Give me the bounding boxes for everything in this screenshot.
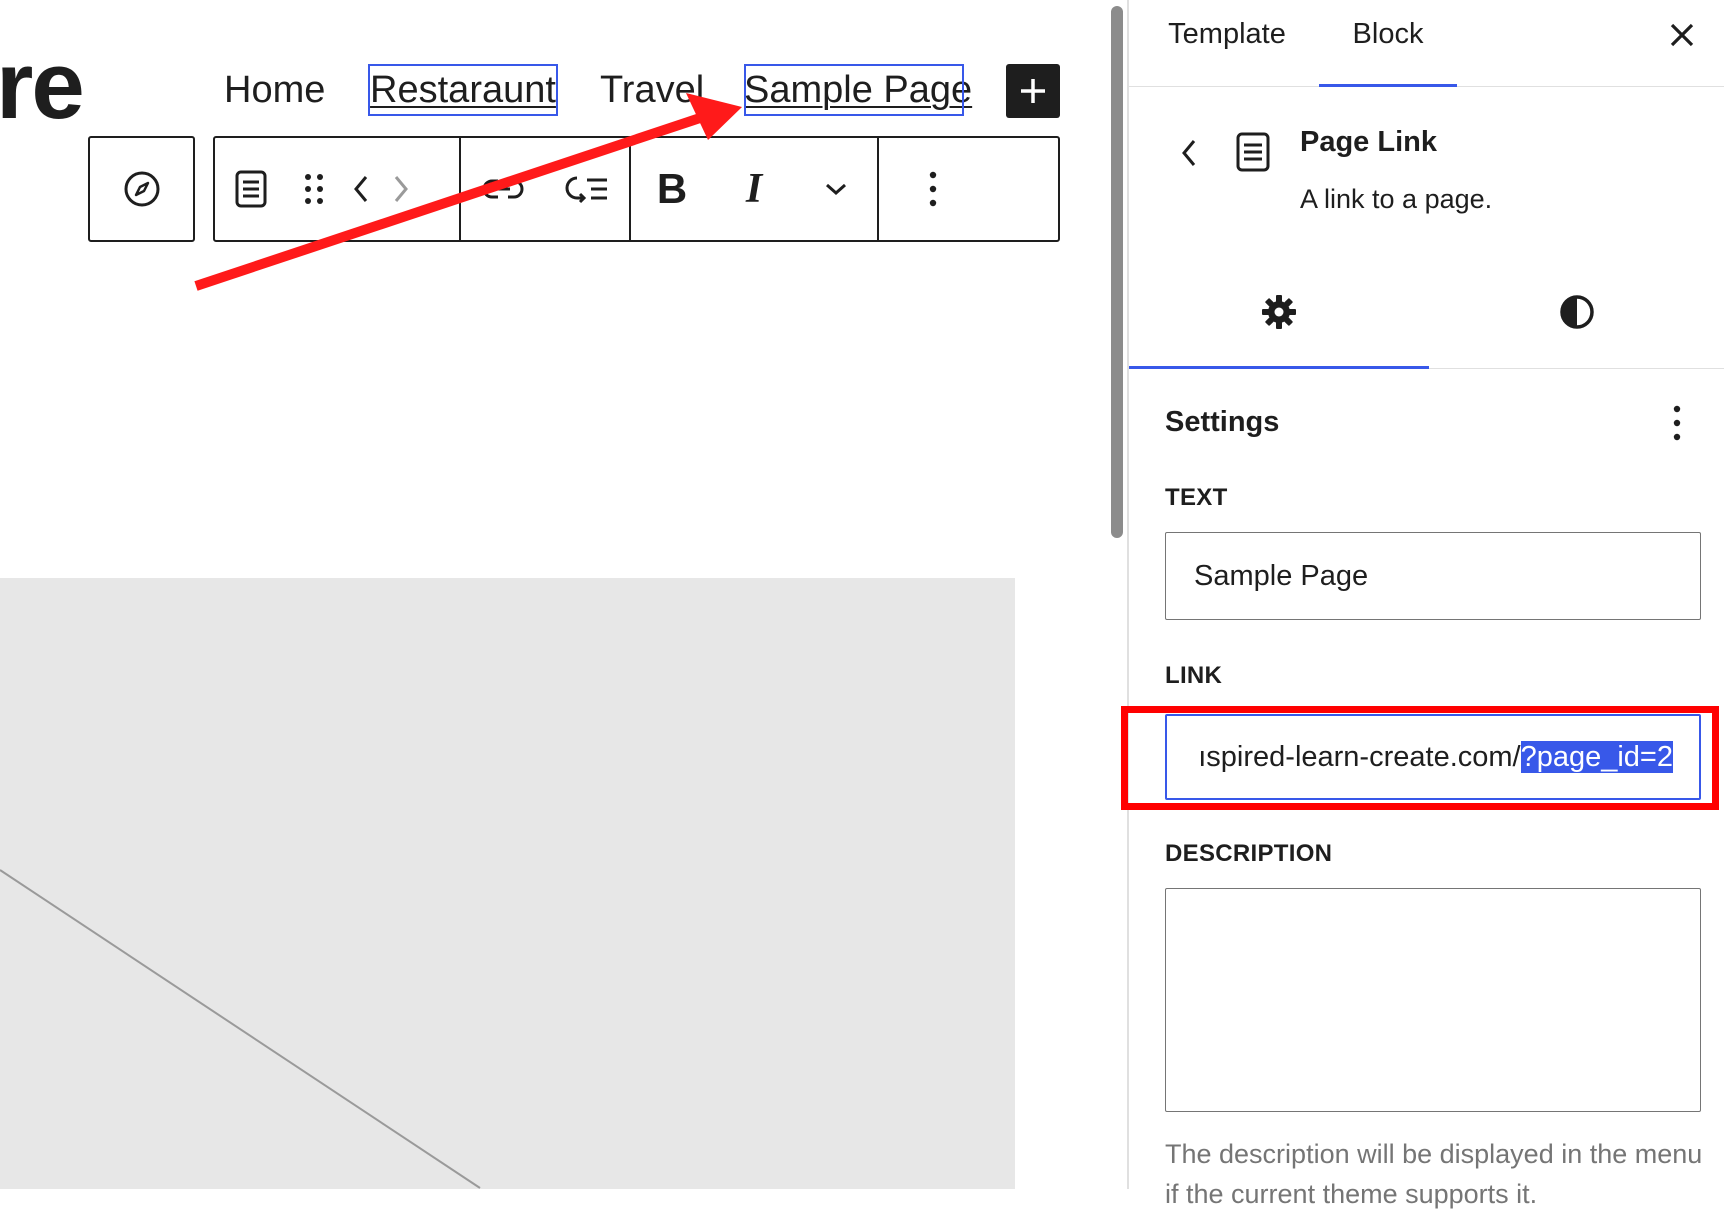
move-right-button[interactable] — [381, 138, 421, 240]
canvas-scrollbar-thumb[interactable] — [1111, 6, 1123, 538]
block-type-button[interactable] — [215, 138, 287, 240]
add-block-button[interactable] — [1006, 64, 1060, 118]
more-formats-button[interactable] — [795, 138, 877, 240]
sidebar-tabs: Template Block — [1129, 0, 1724, 87]
nav-link-label: Restaraunt — [370, 69, 556, 111]
chevron-down-icon — [826, 183, 846, 196]
settings-options-button[interactable] — [1659, 398, 1695, 448]
add-submenu-button[interactable] — [545, 138, 629, 240]
site-title: re — [0, 32, 85, 139]
italic-icon: I — [745, 166, 763, 212]
plus-icon — [1021, 79, 1045, 103]
block-card: Page Link A link to a page. — [1129, 86, 1724, 256]
link-unlink-icon — [482, 179, 524, 199]
nav-link-home[interactable]: Home — [224, 64, 325, 116]
settings-sidebar: Template Block Page Link A link to a pag… — [1121, 0, 1724, 1209]
block-toolbar: B I — [213, 136, 1060, 242]
chevron-left-icon — [1182, 140, 1196, 166]
block-options-button[interactable] — [879, 138, 987, 240]
block-card-description: A link to a page. — [1300, 184, 1493, 214]
description-field[interactable] — [1165, 888, 1701, 1112]
tab-template[interactable]: Template — [1157, 0, 1297, 86]
gear-icon — [1262, 295, 1296, 329]
nav-link-label: Home — [224, 69, 326, 111]
bold-button[interactable]: B — [631, 138, 713, 240]
italic-button[interactable]: I — [713, 138, 795, 240]
text-field-label: TEXT — [1165, 484, 1228, 511]
tab-settings[interactable] — [1129, 256, 1429, 369]
contrast-icon — [1560, 295, 1594, 329]
nav-link-sample-page[interactable]: Sample Page — [744, 64, 972, 116]
placeholder-diagonal-line — [0, 869, 481, 1189]
description-field-label: DESCRIPTION — [1165, 840, 1333, 867]
nav-link-restaraunt[interactable]: Restaraunt — [368, 64, 558, 116]
annotation-highlight-box — [1121, 706, 1719, 810]
back-button[interactable] — [1173, 130, 1205, 176]
link-field-label: LINK — [1165, 662, 1223, 689]
tab-styles[interactable] — [1429, 256, 1724, 368]
image-placeholder — [0, 578, 1015, 1189]
bold-icon: B — [656, 165, 688, 212]
unlink-button[interactable] — [461, 138, 545, 240]
nav-link-label: Sample Page — [744, 69, 973, 111]
close-icon — [1670, 23, 1694, 47]
options-icon — [929, 171, 937, 207]
toolbar-navigation-group — [88, 136, 195, 242]
tab-block[interactable]: Block — [1319, 0, 1457, 87]
tab-block-label: Block — [1352, 18, 1424, 50]
options-icon — [1673, 405, 1681, 441]
drag-handle-icon — [305, 174, 323, 204]
description-help-text: The description will be displayed in the… — [1165, 1139, 1703, 1209]
settings-panel-title: Settings — [1165, 406, 1280, 438]
nav-link-label: Travel — [600, 69, 705, 111]
close-sidebar-button[interactable] — [1659, 12, 1705, 58]
select-parent-button[interactable] — [122, 138, 162, 240]
page-icon — [235, 170, 267, 208]
add-submenu-icon — [565, 176, 607, 204]
move-left-icon — [354, 176, 368, 202]
block-card-title: Page Link — [1300, 126, 1437, 158]
move-left-button[interactable] — [341, 138, 381, 240]
editor-canvas: re Home Restaraunt Travel Sample Page B … — [0, 0, 1110, 1189]
page-icon — [1236, 132, 1270, 172]
move-right-icon — [394, 176, 408, 202]
compass-icon — [124, 171, 159, 207]
text-field[interactable]: Sample Page — [1165, 532, 1701, 620]
nav-link-travel[interactable]: Travel — [600, 64, 704, 116]
inspector-subtabs — [1129, 256, 1724, 369]
drag-handle[interactable] — [287, 138, 341, 240]
